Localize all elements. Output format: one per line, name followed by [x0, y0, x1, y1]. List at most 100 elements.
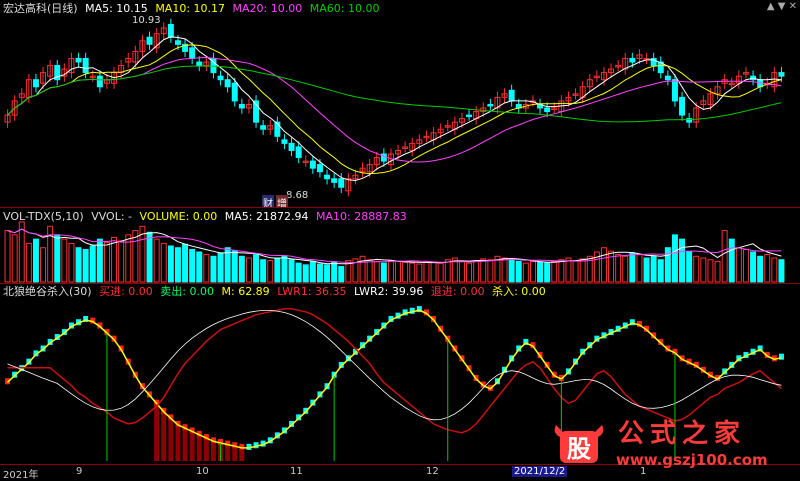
candlestick — [96, 75, 103, 88]
candlestick — [75, 57, 82, 63]
volume-bar — [778, 259, 785, 283]
volume-bar — [153, 238, 160, 283]
price-legend: 宏达高科(日线) MA5: 10.15 MA10: 10.17 MA20: 10… — [3, 2, 383, 15]
signal-column — [210, 441, 216, 461]
sell-value: 卖出: 0.00 — [160, 285, 214, 298]
candlestick — [331, 178, 338, 183]
stock-title: 宏达高科(日线) — [3, 2, 78, 15]
volume-bar — [444, 259, 451, 283]
volume-bar — [32, 238, 39, 283]
signal-column — [232, 446, 238, 461]
time-label-dec: 12 — [426, 466, 439, 477]
volume-bar — [366, 259, 373, 283]
candlestick — [231, 82, 238, 102]
ma20-value: MA20: 10.00 — [232, 2, 303, 15]
volume-bar — [409, 262, 416, 283]
volume-bar — [615, 254, 622, 283]
ma10-line — [7, 44, 782, 175]
candlestick — [260, 125, 267, 130]
volume-bar — [579, 258, 586, 283]
volume-bar — [245, 257, 252, 283]
candlestick — [82, 57, 89, 74]
volume-bar — [664, 247, 671, 283]
kill-value: 杀入: 0.00 — [492, 285, 546, 298]
indicator-legend: 北狼绝谷杀入(30) 买进: 0.00 卖出: 0.00 M: 62.89 LW… — [3, 285, 550, 298]
volume-bar — [600, 247, 607, 283]
volume-bar — [622, 255, 629, 283]
candlestick — [196, 61, 203, 67]
candlestick — [146, 36, 153, 45]
volume-bar — [487, 259, 494, 283]
volume-bar — [480, 258, 487, 283]
candlestick — [508, 89, 515, 102]
candlestick — [167, 23, 174, 38]
volume-bar — [281, 255, 288, 283]
volume-bar — [671, 234, 678, 283]
volume-bar — [750, 251, 757, 283]
candlestick — [544, 107, 551, 113]
volume-bar — [373, 260, 380, 283]
signal-column — [196, 434, 202, 461]
volume-bar — [11, 234, 18, 283]
volume-bar — [18, 221, 25, 283]
volume-bar — [700, 257, 707, 283]
volume-bar — [302, 264, 309, 283]
candlestick — [316, 164, 323, 173]
volume-bar — [650, 255, 657, 283]
volume-bar — [423, 260, 430, 283]
candlestick — [288, 142, 295, 151]
buy-value: 买进: 0.00 — [99, 285, 153, 298]
candlestick — [32, 79, 39, 88]
volume-bar — [537, 261, 544, 283]
low-price-marker: 8.68 — [286, 190, 309, 201]
volume-bar — [238, 255, 245, 283]
volume-bar — [288, 259, 295, 283]
volume-bar — [82, 248, 89, 283]
signal-column — [203, 438, 209, 461]
volume-bar — [515, 260, 522, 283]
volume-bar — [295, 262, 302, 283]
volume-bar — [508, 259, 515, 283]
volume-bar — [316, 263, 323, 283]
volume-bar — [522, 262, 529, 283]
volume-bar — [551, 260, 558, 283]
volume-bar — [267, 260, 274, 283]
volume-chart-pane[interactable]: VOL-TDX(5,10) VVOL: - VOLUME: 0.00 MA5: … — [0, 208, 800, 283]
volume-bar — [160, 242, 167, 283]
volume-bar — [331, 261, 338, 283]
candlestick — [338, 178, 345, 188]
watermark-badge-text: 股 — [567, 434, 591, 463]
volume-bar — [714, 260, 721, 283]
price-chart-pane[interactable]: 宏达高科(日线) MA5: 10.15 MA10: 10.17 MA20: 10… — [0, 0, 800, 208]
signal-column — [175, 424, 181, 461]
signal-column — [161, 411, 167, 461]
candlestick — [217, 75, 224, 81]
volume-bar — [721, 230, 728, 283]
volume-bar — [61, 238, 68, 283]
bull-badge-icon: 股 — [554, 425, 604, 463]
candlestick — [324, 174, 331, 180]
volume-bar — [735, 247, 742, 283]
volume-bar — [458, 260, 465, 283]
watermark-url: www.gszj100.com — [616, 451, 768, 469]
volume-bar — [643, 257, 650, 283]
candlestick — [679, 96, 686, 116]
lwr2-value: LWR2: 39.96 — [354, 285, 424, 298]
volume-bar — [40, 247, 47, 283]
volume-bar — [657, 259, 664, 283]
volume-bar — [253, 254, 260, 283]
volume-bar — [324, 264, 331, 283]
pane-controls[interactable]: ▲ ▼ ✕ — [767, 1, 797, 12]
price-chart[interactable] — [0, 0, 800, 208]
volume-bar — [757, 255, 764, 283]
candlestick — [629, 57, 636, 63]
candlestick — [281, 139, 288, 144]
candlestick — [309, 160, 316, 169]
volume-bar — [742, 248, 749, 283]
volume-bar — [686, 251, 693, 283]
volume-bar — [260, 259, 267, 283]
indicator-title: 北狼绝谷杀入(30) — [3, 285, 92, 298]
candlestick — [224, 79, 231, 88]
volume-bar — [111, 236, 118, 283]
volume-bar — [771, 257, 778, 283]
